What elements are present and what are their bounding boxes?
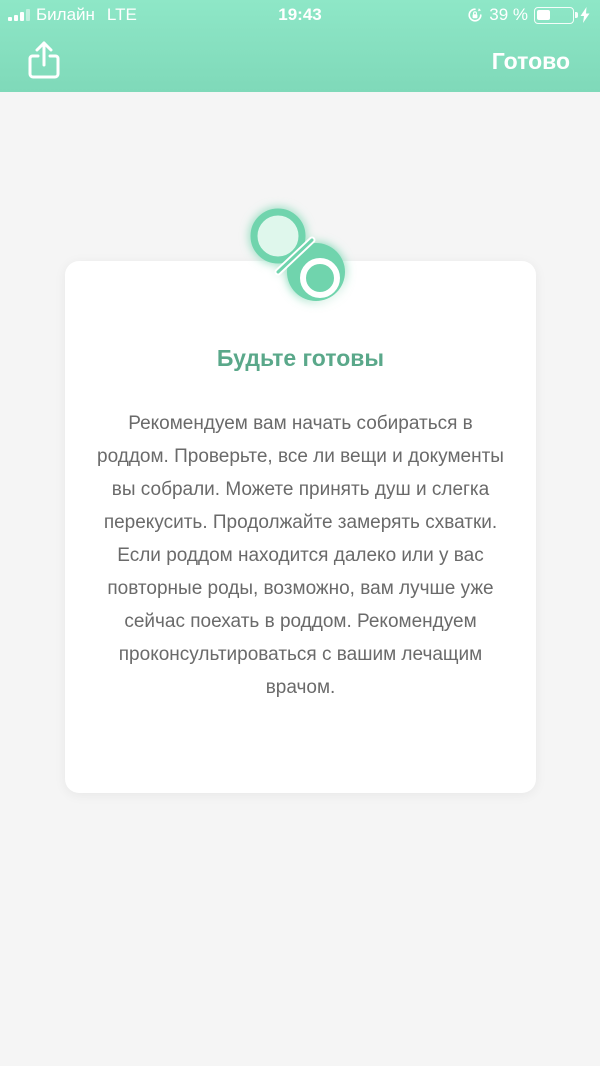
info-card: Будьте готовы Рекомендуем вам начать соб… (65, 261, 536, 793)
battery-icon (534, 6, 578, 24)
card-body-text: Рекомендуем вам начать собираться в родд… (97, 413, 504, 698)
rotation-lock-icon (468, 8, 482, 22)
pacifier-icon (250, 208, 345, 301)
battery-fill (537, 9, 550, 20)
charging-icon (580, 7, 590, 23)
status-right: 39 % (467, 5, 590, 25)
battery-percent: 39 % (489, 5, 528, 24)
card-title: Будьте готовы (216, 345, 385, 371)
share-icon[interactable] (26, 40, 62, 80)
top-bar: Билайн LTE 19:43 39 % Готово (0, 0, 600, 92)
done-button[interactable]: Готово (492, 48, 570, 75)
status-bar: Билайн LTE 19:43 39 % (0, 0, 600, 30)
